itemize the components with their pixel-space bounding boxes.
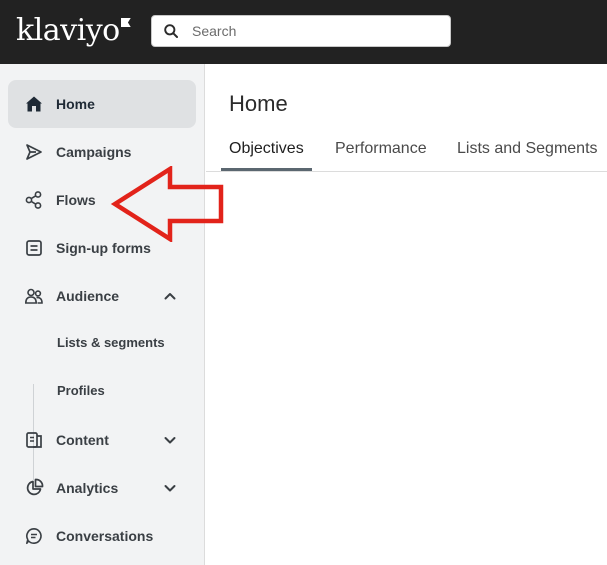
search-input[interactable] [192, 23, 432, 39]
sidebar-item-content[interactable]: Content [8, 416, 196, 464]
pie-chart-icon [26, 478, 44, 496]
klaviyo-logo[interactable]: klaviyo [16, 13, 131, 49]
sidebar-item-home[interactable]: Home [8, 80, 196, 128]
sidebar-item-label: Home [56, 96, 95, 112]
sidebar-item-label: Content [56, 432, 109, 448]
people-icon [24, 288, 43, 304]
chat-icon [26, 528, 42, 545]
sidebar-item-label: Conversations [56, 528, 154, 544]
red-arrow-left-icon [110, 166, 224, 242]
sidebar-item-label: Flows [56, 192, 96, 208]
sidebar-subitem-profiles[interactable]: Profiles [40, 368, 196, 416]
sidebar-subitem-label: Lists & segments [57, 335, 165, 350]
chevron-up-icon[interactable] [162, 288, 178, 304]
chevron-down-icon[interactable] [162, 432, 178, 448]
sidebar-item-label: Audience [56, 288, 120, 304]
home-icon [26, 96, 42, 112]
form-icon [26, 240, 42, 256]
tab-objectives[interactable]: Objectives [229, 140, 304, 158]
top-bar: klaviyo [0, 0, 607, 64]
sidebar: Home Campaigns Flows Sign-up forms Audie… [0, 64, 205, 565]
logo-flag-icon [120, 18, 131, 27]
flows-icon [25, 191, 42, 209]
tab-bar: Objectives Performance Lists and Segment… [206, 134, 607, 172]
chevron-down-icon[interactable] [162, 480, 178, 496]
sidebar-item-audience[interactable]: Audience [8, 272, 196, 320]
tab-performance[interactable]: Performance [335, 140, 427, 158]
send-icon [26, 144, 42, 160]
logo-text: klaviyo [16, 13, 120, 48]
sidebar-item-conversations[interactable]: Conversations [8, 512, 196, 560]
sidebar-subitem-label: Profiles [57, 383, 105, 398]
search-icon [164, 24, 178, 38]
search-box[interactable] [151, 15, 451, 47]
active-tab-indicator [221, 168, 312, 171]
sidebar-subitem-lists-segments[interactable]: Lists & segments [40, 320, 196, 368]
sidebar-item-analytics[interactable]: Analytics [8, 464, 196, 512]
page-title: Home [229, 91, 288, 116]
sidebar-item-label: Campaigns [56, 144, 132, 160]
sidebar-item-label: Analytics [56, 480, 119, 496]
content-icon [26, 432, 42, 448]
tab-lists-and-segments[interactable]: Lists and Segments [457, 140, 598, 158]
main-content: Home Objectives Performance Lists and Se… [206, 64, 607, 565]
